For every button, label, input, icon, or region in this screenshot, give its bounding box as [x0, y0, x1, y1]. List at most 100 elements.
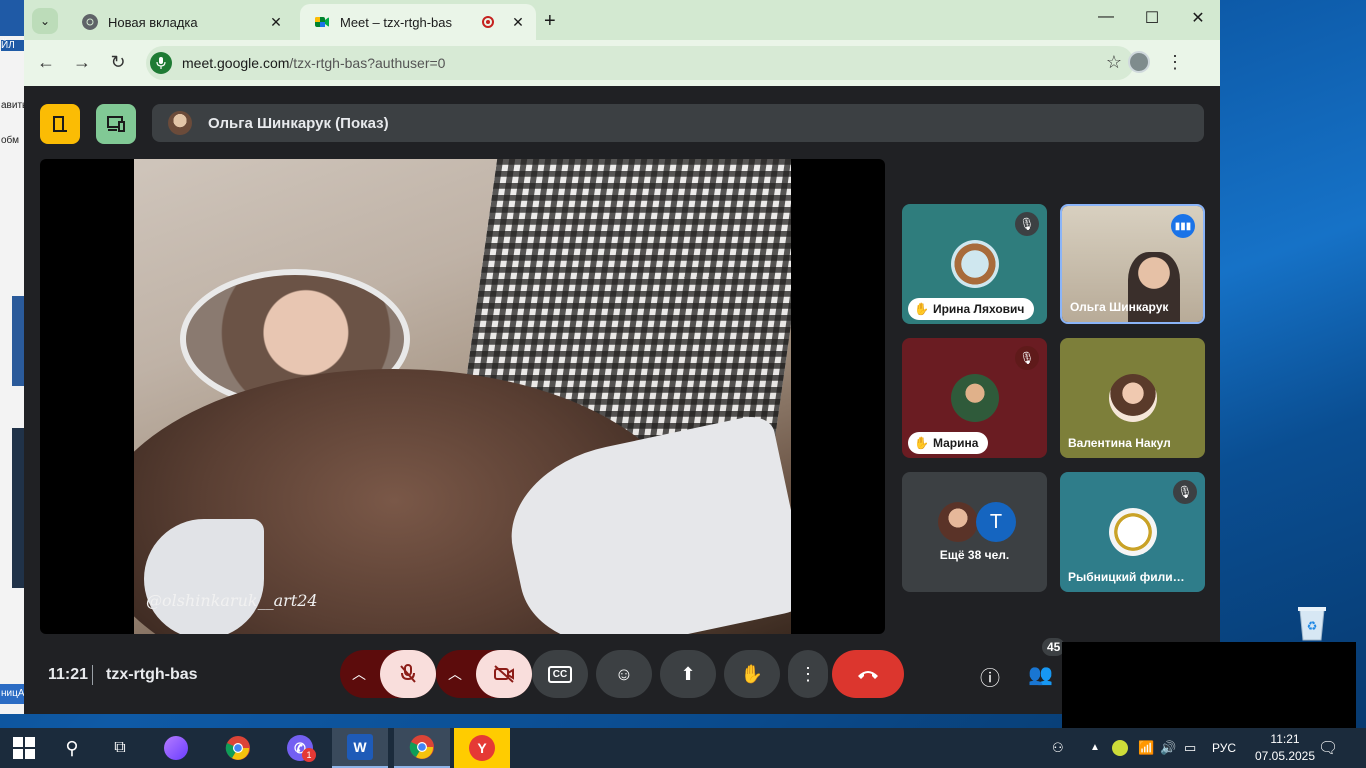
- raised-hand-icon: ✋: [914, 436, 929, 450]
- microphone-icon[interactable]: [150, 52, 172, 74]
- chevron-up-icon: ︿: [352, 666, 366, 682]
- browser-menu-icon[interactable]: ⋮: [1166, 52, 1184, 73]
- taskbar-time: 11:21: [1270, 732, 1300, 746]
- tab-close-icon[interactable]: ✕: [508, 14, 528, 31]
- back-arrow-icon[interactable]: ←: [34, 52, 58, 73]
- tab-strip: ⌄ Новая вкладка ✕ Meet – tzx-rtgh-bas ✕ …: [24, 0, 1220, 40]
- minimize-button[interactable]: —: [1086, 8, 1126, 26]
- participant-avatar: [950, 374, 999, 422]
- tab-close-icon[interactable]: ✕: [266, 14, 286, 31]
- word-icon: W: [347, 734, 373, 760]
- tab-meet[interactable]: Meet – tzx-rtgh-bas ✕: [300, 4, 536, 40]
- meeting-controls-bar: 11:21 tzx-rtgh-bas ︿ ︿ CC ☺ ⬆ ✋ ⋮ ⓘ 👥 45: [24, 634, 1220, 714]
- participant-tile[interactable]: 🎙 ✋ Ирина Ляхович: [902, 204, 1047, 324]
- participant-initial-avatar: T: [976, 502, 1016, 542]
- reactions-button[interactable]: ☺: [596, 650, 652, 698]
- more-participants-label: Ещё 38 чел.: [939, 548, 1010, 562]
- taskbar-chrome-2[interactable]: [394, 728, 450, 768]
- participant-tile[interactable]: ▮▮▮ Ольга Шинкарук: [1060, 204, 1205, 324]
- participant-tile[interactable]: 🎙 ✋ Марина: [902, 338, 1047, 458]
- leave-call-button[interactable]: [832, 650, 904, 698]
- shield-tray-icon[interactable]: [1112, 740, 1128, 759]
- network-icon[interactable]: 📶: [1138, 740, 1154, 756]
- participant-avatar: [938, 502, 978, 542]
- more-options-button[interactable]: ⋮: [788, 650, 828, 698]
- microphone-toggle-button[interactable]: [380, 650, 436, 698]
- meeting-clock: 11:21: [48, 666, 89, 683]
- start-button[interactable]: [0, 728, 48, 768]
- maximize-button[interactable]: ☐: [1132, 8, 1172, 28]
- participant-name-pill: ✋ Марина: [908, 432, 989, 454]
- companion-mode-button[interactable]: [40, 104, 80, 144]
- taskbar-word[interactable]: W: [332, 728, 388, 768]
- svg-text:♻: ♻: [1307, 619, 1318, 633]
- notifications-icon[interactable]: 🗨: [1318, 738, 1338, 758]
- presentation-stage[interactable]: @olshinkaruk__art24: [40, 159, 885, 634]
- participant-tile[interactable]: Валентина Накул: [1060, 338, 1205, 458]
- browser-toolbar: ← → ↻ meet.google.com/tzx-rtgh-bas?authu…: [24, 40, 1220, 86]
- audio-options-button[interactable]: ︿: [340, 650, 436, 698]
- chrome-icon: [409, 735, 434, 759]
- more-participants-tile[interactable]: T Ещё 38 чел.: [902, 472, 1047, 592]
- video-bow-left: [144, 519, 264, 634]
- bookmark-star-icon[interactable]: ☆: [1106, 52, 1122, 73]
- forward-arrow-icon[interactable]: →: [70, 52, 94, 73]
- taskbar-clock[interactable]: 11:21 07.05.2025: [1252, 731, 1318, 765]
- url-path: /tzx-rtgh-bas?authuser=0: [289, 55, 446, 71]
- camera-toggle-button[interactable]: [476, 650, 532, 698]
- video-options-button[interactable]: ︿: [436, 650, 532, 698]
- taskbar-yandex[interactable]: Y: [454, 728, 510, 768]
- background-app-titlebar: [0, 0, 24, 36]
- people-tray-icon[interactable]: ⚇: [1052, 740, 1064, 756]
- mic-off-icon: 🎙: [1015, 212, 1039, 236]
- language-indicator[interactable]: РУС: [1212, 741, 1236, 755]
- chrome-icon: [82, 14, 98, 30]
- google-meet-icon: [315, 17, 329, 27]
- address-bar[interactable]: meet.google.com/tzx-rtgh-bas?authuser=0 …: [146, 46, 1134, 80]
- alice-assistant-icon[interactable]: [152, 728, 200, 768]
- taskbar-date: 07.05.2025: [1254, 749, 1316, 763]
- devices-icon: [107, 116, 125, 132]
- taskbar-viber[interactable]: ✆ 1: [272, 728, 328, 768]
- background-app-thumbnail-2: [12, 428, 24, 588]
- tab-search-button[interactable]: ⌄: [32, 8, 58, 34]
- profile-avatar[interactable]: [1128, 51, 1150, 73]
- search-icon[interactable]: ⚲: [48, 728, 96, 768]
- participant-name: Ольга Шинкарук: [1070, 300, 1169, 314]
- present-screen-button[interactable]: ⬆: [660, 650, 716, 698]
- speaking-indicator-icon: ▮▮▮: [1171, 214, 1195, 238]
- chrome-icon: [225, 736, 250, 760]
- ship-avatar: [950, 240, 999, 288]
- tab-new-tab[interactable]: Новая вкладка ✕: [68, 4, 294, 40]
- task-view-icon[interactable]: ⧉: [96, 728, 144, 768]
- volume-icon[interactable]: 🔊: [1160, 740, 1176, 756]
- alice-circle: [164, 736, 188, 760]
- battery-icon[interactable]: ▭: [1184, 740, 1196, 756]
- reload-icon[interactable]: ↻: [106, 52, 130, 73]
- taskbar-chrome[interactable]: [210, 728, 266, 768]
- participant-name-pill: ✋ Ирина Ляхович: [908, 298, 1035, 320]
- show-hidden-icons[interactable]: ▲: [1090, 742, 1100, 753]
- participant-tile[interactable]: 🎙 Рыбницкий фили…: [1060, 472, 1205, 592]
- black-overlay-box: [1062, 642, 1356, 728]
- raise-hand-button[interactable]: ✋: [724, 650, 780, 698]
- new-tab-button[interactable]: +: [544, 10, 556, 33]
- close-window-button[interactable]: ✕: [1178, 8, 1218, 28]
- background-app-label: ницА: [0, 684, 24, 704]
- meet-page: Ольга Шинкарук (Показ) @olshinkaruk__art…: [24, 86, 1220, 714]
- background-app-text-3: обм: [1, 135, 19, 146]
- presenter-bar[interactable]: Ольга Шинкарук (Показ): [152, 104, 1204, 142]
- captions-button[interactable]: CC: [532, 650, 588, 698]
- meeting-details-icon[interactable]: ⓘ: [980, 662, 1000, 691]
- more-vert-icon: ⋮: [799, 663, 817, 684]
- background-app-window[interactable]: ЙЛ авить обм ницА: [0, 0, 24, 714]
- people-icon[interactable]: 👥: [1028, 662, 1053, 687]
- emblem-avatar: [1108, 508, 1157, 556]
- viber-badge: 1: [302, 748, 316, 762]
- closed-captions-icon: CC: [547, 665, 573, 683]
- participant-name: Ирина Ляхович: [932, 302, 1025, 316]
- recycle-bin-icon[interactable]: ♻: [1292, 602, 1332, 642]
- cast-button[interactable]: [96, 104, 136, 144]
- participant-avatar: [1108, 374, 1157, 422]
- url-host: meet.google.com: [182, 55, 290, 71]
